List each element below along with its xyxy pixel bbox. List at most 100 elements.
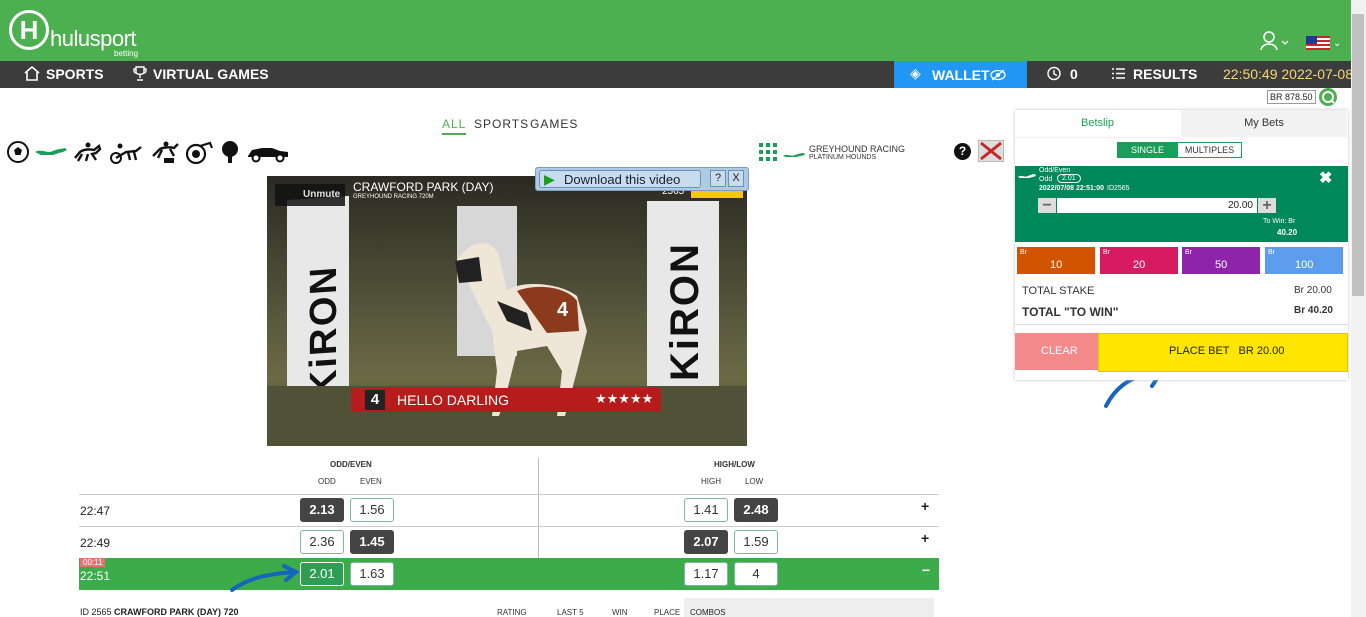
even-button[interactable]: 1.63 xyxy=(350,562,394,586)
runner-rating-stars: ★★★★★ xyxy=(595,391,654,406)
language-flag-icon[interactable] xyxy=(1306,36,1330,50)
expand-row-button[interactable]: + xyxy=(921,530,929,546)
col-combos: COMBOS xyxy=(690,608,726,617)
quick-stake-50[interactable]: Br 50 xyxy=(1182,247,1260,274)
quick-stake-100[interactable]: Br 100 xyxy=(1265,247,1343,274)
place-bet-button[interactable]: PLACE BET BR 20.00 xyxy=(1098,333,1348,372)
refresh-balance-icon[interactable] xyxy=(1319,88,1337,106)
history-clock-icon xyxy=(1047,66,1061,81)
bet-market: Odd/Even xyxy=(1039,167,1071,174)
filter-all[interactable]: ALL xyxy=(442,117,467,135)
download-video-bar[interactable]: ▶ Download this video ? X xyxy=(535,167,749,191)
quick-stake-20[interactable]: Br 20 xyxy=(1100,247,1178,274)
unmute-label: Unmute xyxy=(303,189,341,200)
download-close-button[interactable]: X xyxy=(728,170,744,187)
tab-my-bets[interactable]: My Bets xyxy=(1181,110,1347,137)
collapse-row-button[interactable]: − xyxy=(922,562,930,578)
expand-row-button[interactable]: + xyxy=(921,498,929,514)
race-id: ID 2565 xyxy=(80,607,112,617)
close-video-icon[interactable] xyxy=(977,139,1005,167)
nav-results[interactable]: RESULTS xyxy=(1111,66,1197,82)
unmute-button[interactable]: Unmute xyxy=(275,184,345,206)
download-video-button[interactable]: ▶ Download this video xyxy=(539,170,701,188)
chip-currency: Br xyxy=(1020,249,1027,256)
quick-stake-10[interactable]: Br 10 xyxy=(1017,247,1095,274)
filter-sports[interactable]: SPORTS xyxy=(474,117,529,131)
eye-slash-icon[interactable] xyxy=(990,69,1006,81)
harness-racing-icon[interactable] xyxy=(108,140,144,164)
clear-button[interactable]: CLEAR xyxy=(1015,333,1098,370)
odd-button-selected[interactable]: 2.01 xyxy=(300,562,344,586)
wallet-label: WALLET xyxy=(932,67,990,83)
bet-selection: Odd xyxy=(1039,176,1053,183)
low-button[interactable]: 4 xyxy=(734,562,778,586)
total-win-value: Br 40.20 xyxy=(1294,305,1333,316)
car-racing-icon[interactable] xyxy=(246,140,290,164)
football-icon[interactable] xyxy=(6,140,30,164)
greyhound-small-icon xyxy=(782,147,806,165)
svg-text:4: 4 xyxy=(557,299,569,321)
mode-multiples-button[interactable]: MULTIPLES xyxy=(1177,142,1242,158)
low-button[interactable]: 1.59 xyxy=(734,530,778,554)
steeplechase-icon[interactable] xyxy=(150,140,180,164)
place-bet-label: PLACE BET BR 20.00 xyxy=(1169,345,1285,357)
nav-sports[interactable]: SPORTS xyxy=(24,65,104,82)
chip-amount: 100 xyxy=(1295,259,1314,271)
nav-history[interactable]: 0 xyxy=(1046,66,1078,82)
col-place: PLACE xyxy=(654,608,681,617)
row-divider xyxy=(79,494,939,495)
chip-currency: Br xyxy=(1185,249,1192,256)
total-win-label: TOTAL "TO WIN" xyxy=(1022,305,1119,319)
active-race-row xyxy=(79,558,939,590)
wallet-button[interactable]: ◈ WALLET xyxy=(894,61,1027,88)
race-details-header: ID 2565 CRAWFORD PARK (DAY) 720 xyxy=(80,607,239,617)
chevron-down-icon[interactable]: ⌄ xyxy=(1333,38,1341,49)
even-button[interactable]: 1.56 xyxy=(350,498,394,522)
high-button[interactable]: 2.07 xyxy=(684,530,728,554)
runner-banner: 4 HELLO DARLING ★★★★★ xyxy=(351,388,661,412)
help-icon[interactable]: ? xyxy=(954,143,971,160)
race-category-title: GREYHOUND RACING xyxy=(809,144,906,154)
table-tennis-icon[interactable] xyxy=(220,140,242,164)
greyhound-icon[interactable] xyxy=(33,140,69,164)
odd-even-header: ODD/EVEN xyxy=(330,460,372,469)
motor-racing-icon[interactable] xyxy=(182,140,214,165)
low-button[interactable]: 2.48 xyxy=(734,498,778,522)
nav-results-label: RESULTS xyxy=(1133,66,1198,82)
logo-mark[interactable]: H xyxy=(9,10,49,50)
clock: 22:50:49 2022-07-08 xyxy=(1223,66,1353,82)
high-button[interactable]: 1.17 xyxy=(684,562,728,586)
col-last5: LAST 5 xyxy=(557,608,584,617)
countdown-badge: 00:11 xyxy=(80,558,106,567)
high-button[interactable]: 1.41 xyxy=(684,498,728,522)
nav-virtual-games[interactable]: VIRTUAL GAMES xyxy=(133,66,269,82)
odd-button[interactable]: 2.13 xyxy=(300,498,344,522)
bet-card: Odd/Even Odd 2.01 2022/07/08 22:51:00 ID… xyxy=(1015,166,1348,242)
download-video-label: Download this video xyxy=(564,172,681,187)
grid-view-icon[interactable] xyxy=(759,143,777,166)
total-stake-label: TOTAL STAKE xyxy=(1022,285,1095,297)
download-help-button[interactable]: ? xyxy=(710,170,726,187)
tab-betslip[interactable]: Betslip xyxy=(1015,110,1180,138)
mode-single-button[interactable]: SINGLE xyxy=(1117,142,1178,158)
scrollbar-thumb[interactable] xyxy=(1352,14,1364,296)
video-race-meta: GREYHOUND RACING 720M xyxy=(353,194,434,200)
odd-col-header: ODD xyxy=(318,477,336,486)
odd-button[interactable]: 2.36 xyxy=(300,530,344,554)
video-pillar-right: KiRON xyxy=(647,201,719,391)
top-bar xyxy=(0,0,1351,61)
even-button[interactable]: 1.45 xyxy=(350,530,394,554)
to-win-label: To Win: Br xyxy=(1263,218,1296,225)
clear-label: CLEAR xyxy=(1041,345,1078,357)
filter-games[interactable]: GAMES xyxy=(530,117,578,131)
high-col-header: HIGH xyxy=(701,477,721,486)
stake-increase-button[interactable]: + xyxy=(1258,198,1276,214)
list-icon xyxy=(1112,68,1125,79)
remove-bet-icon[interactable]: ✖ xyxy=(1319,168,1332,188)
stake-decrease-button[interactable]: − xyxy=(1038,198,1056,214)
row-time: 22:51 xyxy=(80,569,111,583)
user-account-icon[interactable] xyxy=(1260,31,1292,56)
horse-racing-icon[interactable] xyxy=(72,140,102,164)
play-icon: ▶ xyxy=(544,171,555,187)
stake-input[interactable]: 20.00 xyxy=(1057,198,1257,213)
